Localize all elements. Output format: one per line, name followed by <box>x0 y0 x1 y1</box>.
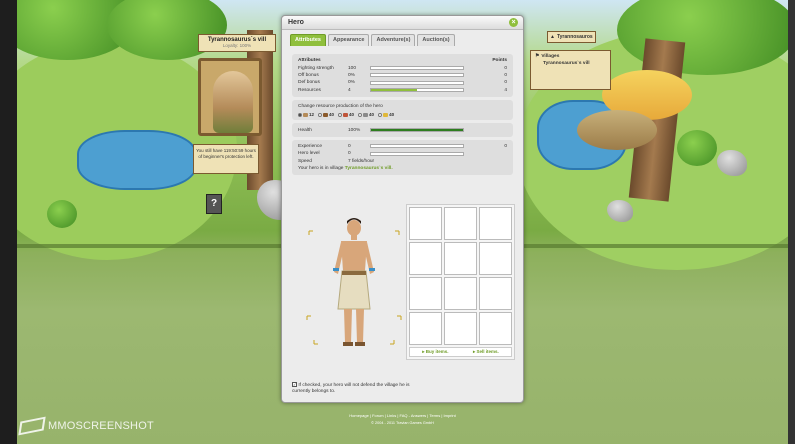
points-header: Points <box>492 58 507 64</box>
inventory-slot[interactable] <box>479 312 512 345</box>
inventory-slot[interactable] <box>409 312 442 345</box>
close-icon[interactable]: × <box>509 18 518 27</box>
resource-option-clay[interactable]: 40 <box>338 112 354 117</box>
hero-figure <box>306 218 402 346</box>
village-loyalty: Loyalty: 100% <box>222 43 252 48</box>
villages-icon: ⚑ <box>535 54 540 59</box>
resource-title: Change resource production of the hero <box>298 104 383 110</box>
hero-window-header: Hero × <box>282 16 523 30</box>
tab-adventures[interactable]: Adventure(s) <box>371 34 416 46</box>
inventory-slot[interactable] <box>479 242 512 275</box>
watermark-logo-icon <box>18 416 46 436</box>
attribute-bar[interactable] <box>370 80 464 85</box>
hero-tabs: Attributes Appearance Adventure(s) Aucti… <box>282 30 523 46</box>
hero-portrait[interactable] <box>198 58 262 136</box>
hero-equipment-area: ▸ Buy items. ▸ Sell items. ✓ If checked,… <box>292 204 515 398</box>
health-bar <box>370 128 464 133</box>
attribute-bar[interactable] <box>370 73 464 78</box>
hide-hero-checkbox[interactable]: ✓ <box>292 382 297 387</box>
footer-links[interactable]: Homepage | Forum | Links | FAQ - Answers… <box>280 413 525 418</box>
village-link[interactable]: Tyrannosaurus`s vill <box>535 61 606 66</box>
inventory-slot[interactable] <box>409 242 442 275</box>
attribute-bar[interactable] <box>370 88 464 93</box>
inventory-slot[interactable] <box>444 207 477 240</box>
iron-icon <box>363 112 369 117</box>
inventory-slot[interactable] <box>444 242 477 275</box>
help-icon[interactable]: ? <box>206 194 222 214</box>
watermark-text: MMOSCREENSHOT <box>48 420 154 432</box>
hero-location-text: Your hero is in village <box>298 166 344 172</box>
attribute-row: Def bonus 0% 0 <box>298 80 507 86</box>
resource-option-wood[interactable]: 40 <box>318 112 334 117</box>
hide-hero-option[interactable]: ✓ If checked, your hero will not defend … <box>292 382 412 395</box>
footer: Homepage | Forum | Links | FAQ - Answers… <box>280 413 525 425</box>
attributes-header: Attributes <box>298 58 321 64</box>
villages-panel: ⚑ Villages Tyrannosaurus`s vill <box>530 50 611 90</box>
health-value: 100% <box>348 127 361 133</box>
inventory-slot[interactable] <box>444 312 477 345</box>
inventory-grid: ▸ Buy items. ▸ Sell items. <box>406 204 515 360</box>
level-bar <box>370 151 464 156</box>
resource-box: Change resource production of the hero 1… <box>292 99 513 121</box>
inventory-slot[interactable] <box>444 277 477 310</box>
attribute-row: Off bonus 0% 0 <box>298 72 507 78</box>
wood-icon <box>323 112 329 117</box>
hero-window: Hero × Attributes Appearance Adventure(s… <box>281 15 524 403</box>
all-resources-icon <box>303 112 308 117</box>
player-sign[interactable]: ▲ Tyrannosauros <box>547 31 596 43</box>
scrollbar[interactable] <box>788 0 795 444</box>
crop-icon <box>383 112 389 117</box>
attribute-row: Resources 4 4 <box>298 87 507 93</box>
tab-appearance[interactable]: Appearance <box>327 34 370 46</box>
hero-location-link[interactable]: Tyrannosaurus`s vill. <box>345 166 393 171</box>
resource-option-crop[interactable]: 40 <box>378 112 394 117</box>
watermark: MMOSCREENSHOT <box>18 416 154 436</box>
stats-box: Experience 0 0 Hero level 0 Speed 7 fields/h… <box>292 139 513 176</box>
health-label: Health <box>298 127 312 133</box>
player-icon: ▲ <box>550 34 555 40</box>
villages-label: Villages <box>541 54 560 59</box>
attribute-row: Fighting strength 100 0 <box>298 65 507 71</box>
experience-bar <box>370 144 464 149</box>
inventory-slot[interactable] <box>409 207 442 240</box>
hide-hero-label: If checked, your hero will not defend th… <box>292 382 410 394</box>
attribute-bar[interactable] <box>370 66 464 71</box>
tab-attributes[interactable]: Attributes <box>290 34 326 46</box>
footer-copyright: © 2004 - 2011 Travian Games GmbH <box>371 421 434 425</box>
attributes-box: Attributes Points Fighting strength 100 0 O… <box>292 54 513 97</box>
buy-items-link[interactable]: ▸ Buy items. <box>422 349 448 355</box>
clay-icon <box>343 112 349 117</box>
resource-option-all[interactable]: 12 <box>298 112 314 117</box>
hero-window-title: Hero <box>288 19 304 26</box>
inventory-slot[interactable] <box>479 207 512 240</box>
player-name: Tyrannosauros <box>556 34 593 40</box>
village-sign[interactable]: Tyrannosaurus`s vill Loyalty: 100% <box>198 34 276 52</box>
sell-items-link[interactable]: ▸ Sell items. <box>473 349 499 355</box>
health-box: Health 100% <box>292 123 513 137</box>
tab-auctions[interactable]: Auction(s) <box>417 34 455 46</box>
inventory-slot[interactable] <box>409 277 442 310</box>
beginner-protection-note: You still have 119:50:59 hours of beginn… <box>193 144 259 174</box>
inventory-slot[interactable] <box>479 277 512 310</box>
resource-option-iron[interactable]: 40 <box>358 112 374 117</box>
